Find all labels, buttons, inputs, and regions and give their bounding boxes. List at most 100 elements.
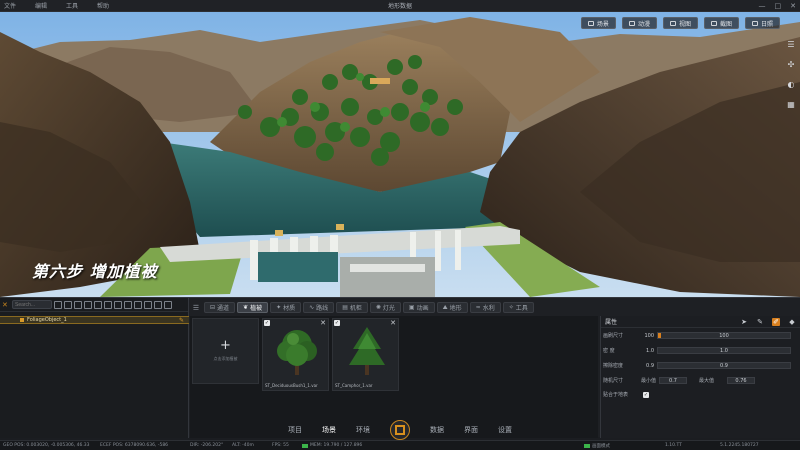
bottom-nav: 项目 场景 环境 数据 界面 设置: [0, 420, 800, 440]
filter-icon[interactable]: [54, 300, 62, 309]
eraser-icon[interactable]: ◆: [788, 318, 796, 326]
scene-button[interactable]: 场景: [580, 17, 616, 29]
settings-icon[interactable]: [164, 300, 172, 309]
remove-asset-icon[interactable]: ✕: [320, 319, 326, 327]
random-min-field[interactable]: 0.7: [659, 377, 687, 384]
memory-indicator: [302, 444, 308, 448]
move-down-icon[interactable]: [114, 300, 122, 309]
tree-item-label: FoliageObject_1: [27, 317, 67, 323]
asset-checkbox[interactable]: ✓: [334, 320, 340, 326]
sim-time: 1.10.TT: [665, 443, 682, 448]
menu-tools[interactable]: 工具: [66, 1, 97, 10]
nav-interface[interactable]: 界面: [464, 425, 478, 435]
frame-icon[interactable]: [134, 300, 142, 309]
draw-mode-indicator: [584, 444, 590, 448]
minimize-icon[interactable]: —: [759, 2, 766, 10]
tab-channel[interactable]: ⊟ 通道: [204, 302, 236, 313]
add-vegetation-button[interactable]: + 点击添加植被: [192, 318, 259, 384]
route-icon: ∿: [309, 304, 315, 311]
menu-file[interactable]: 文件: [4, 1, 35, 10]
camera-direction: DIR: -206.202°: [190, 443, 224, 448]
tab-vegetation[interactable]: ❦ 植被: [237, 302, 269, 313]
screenshot-button[interactable]: 截图: [703, 17, 739, 29]
scene-tree-panel: ✕ FoliageObject_1 ✎: [0, 298, 189, 438]
nav-environment[interactable]: 环境: [356, 425, 370, 435]
nav-data[interactable]: 数据: [430, 425, 444, 435]
image-icon: [587, 20, 594, 26]
nav-settings[interactable]: 设置: [498, 425, 512, 435]
tab-terrain[interactable]: ⛰ 地形: [436, 302, 468, 313]
tab-light[interactable]: ✺ 灯光: [369, 302, 401, 313]
tab-animation[interactable]: ▣ 动画: [402, 302, 435, 313]
film-icon: [628, 20, 635, 26]
maximize-icon[interactable]: □: [775, 2, 782, 10]
delete-icon[interactable]: [74, 300, 82, 309]
erase-density-slider[interactable]: 0.9: [657, 362, 791, 369]
layers-icon[interactable]: ☰: [786, 40, 796, 50]
asset-card[interactable]: ✓ ✕ ST_DeciduousBush1_1.var: [262, 318, 329, 391]
cabinet-icon: ▤: [342, 304, 348, 311]
tab-tools[interactable]: ✧ 工具: [502, 302, 534, 313]
tab-water[interactable]: ≈ 水利: [469, 302, 501, 313]
menu-help[interactable]: 帮助: [97, 1, 128, 10]
move-up-icon[interactable]: [104, 300, 112, 309]
light-icon: ✺: [375, 304, 381, 311]
grid-icon[interactable]: ▦: [786, 100, 796, 110]
tree-item-checkbox[interactable]: [20, 318, 24, 322]
asset-checkbox[interactable]: ✓: [264, 320, 270, 326]
tab-cabinet[interactable]: ▤ 机柜: [336, 302, 368, 313]
view-button[interactable]: 视图: [662, 17, 698, 29]
tree-thumbnail: [349, 327, 385, 375]
viewport-side-tools: ☰ ✣ ◐ ▦: [786, 40, 796, 110]
nav-project[interactable]: 项目: [288, 425, 302, 435]
window-controls: — □ ✕: [759, 2, 797, 10]
brush-size-slider[interactable]: 100: [657, 332, 791, 339]
brush-tools: ➤ ✎ ✐ ◆: [740, 318, 796, 326]
collapse-icon[interactable]: ✕: [2, 301, 10, 309]
workspace: ✕ FoliageObject_1 ✎: [0, 297, 800, 438]
random-max-field[interactable]: 0.76: [727, 377, 755, 384]
lock-icon[interactable]: [154, 300, 162, 309]
tool-tabs: ☰ ⊟ 通道 ❦ 植被 ✦ 材质 ∿ 路线 ▤ 机柜 ✺ 灯光 ▣ 动画 ⛰ 地形 ≈ 水利 ✧ 工…: [190, 301, 600, 314]
tree-item-foliage[interactable]: FoliageObject_1 ✎: [0, 316, 189, 324]
draw-mode[interactable]: 画面模式: [592, 443, 610, 449]
tab-material[interactable]: ✦ 材质: [270, 302, 302, 313]
select-icon[interactable]: ➤: [740, 318, 748, 326]
viewport-toolbar: 场景 动漫 视图 截图 日照: [580, 17, 780, 29]
view-icon: [669, 20, 676, 26]
anim-icon: ▣: [408, 304, 415, 311]
group-icon[interactable]: [124, 300, 132, 309]
scene-viewport[interactable]: 第六步 增加植被 场景 动漫 视图 截图 日照 ☰ ✣ ◐ ▦: [0, 12, 800, 297]
remove-asset-icon[interactable]: ✕: [390, 319, 396, 327]
folder-icon[interactable]: [94, 300, 102, 309]
move-icon[interactable]: ✣: [786, 60, 796, 70]
terrain-render: [0, 12, 800, 297]
geo-position: GEO POS: 0.003020, -0.005306, 46.33: [3, 443, 90, 448]
brush-icon[interactable]: ✎: [756, 318, 764, 326]
nav-scene[interactable]: 场景: [322, 425, 336, 435]
visible-icon[interactable]: [144, 300, 152, 309]
paint-icon[interactable]: ✐: [772, 318, 780, 326]
menu-bar: 文件 编辑 工具 帮助: [0, 1, 128, 10]
animation-button[interactable]: 动漫: [621, 17, 657, 29]
memory-usage: MEM: 19.790 / 127.896: [310, 443, 363, 448]
snap-checkbox[interactable]: ✓: [643, 391, 649, 398]
add-icon[interactable]: [64, 300, 72, 309]
menu-edit[interactable]: 编辑: [35, 1, 66, 10]
close-icon[interactable]: ✕: [790, 2, 796, 10]
leaf-icon: ❦: [243, 304, 249, 311]
sunlight-button[interactable]: 日照: [744, 17, 780, 29]
terrain-icon: ⛰: [442, 303, 448, 311]
copy-icon[interactable]: [84, 300, 92, 309]
logo-icon[interactable]: [390, 420, 410, 440]
tab-menu-icon[interactable]: ☰: [190, 304, 202, 312]
edit-icon[interactable]: ✎: [179, 317, 184, 324]
density-slider[interactable]: 1.0: [657, 347, 791, 354]
shading-icon[interactable]: ◐: [786, 80, 796, 90]
asset-card[interactable]: ✓ ✕ ST_Camphor_1.var: [332, 318, 399, 391]
tree-toolbar: ✕: [0, 298, 188, 312]
version: 5.1.2245.180727: [720, 443, 759, 448]
water-icon: ≈: [475, 304, 481, 311]
search-input[interactable]: [12, 300, 52, 309]
tab-route[interactable]: ∿ 路线: [303, 302, 335, 313]
